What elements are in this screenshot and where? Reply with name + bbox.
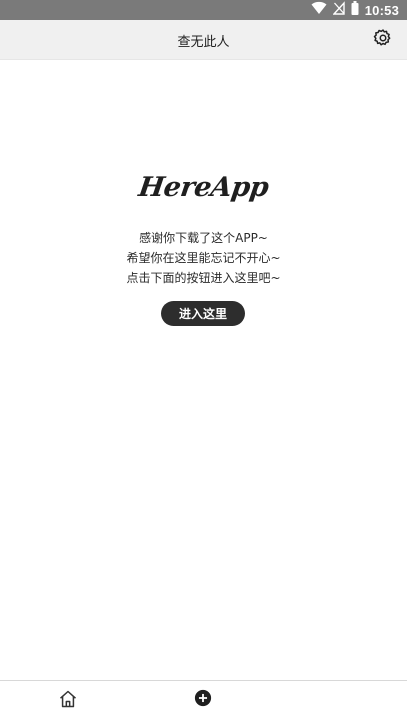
page-title: 查无此人 [177,34,230,50]
status-icons: 10:53 [311,0,399,20]
enter-button[interactable]: 进入这里 [161,301,245,326]
app-logo: HereApp [136,172,271,203]
settings-button[interactable] [372,29,394,51]
home-icon [58,689,78,713]
gear-icon [373,28,393,52]
battery-icon [351,0,359,20]
main-content: HereApp 感谢你下载了这个APP~ 希望你在这里能忘记不开心~ 点击下面的… [0,60,407,680]
add-circle-icon [194,689,212,711]
wifi-icon [311,1,327,20]
no-signal-icon [332,0,345,20]
message-line: 希望你在这里能忘记不开心~ [126,251,281,265]
status-time: 10:53 [364,2,399,18]
welcome-message: 感谢你下载了这个APP~ 希望你在这里能忘记不开心~ 点击下面的按钮进入这里吧~ [0,228,407,288]
bottom-nav [0,680,407,724]
top-bar: 查无此人 [0,20,407,60]
message-line: 点击下面的按钮进入这里吧~ [126,271,281,285]
nav-home-button[interactable] [57,690,79,712]
message-line: 感谢你下载了这个APP~ [139,231,268,245]
status-bar: 10:53 [0,0,407,20]
nav-add-button[interactable] [193,689,213,711]
